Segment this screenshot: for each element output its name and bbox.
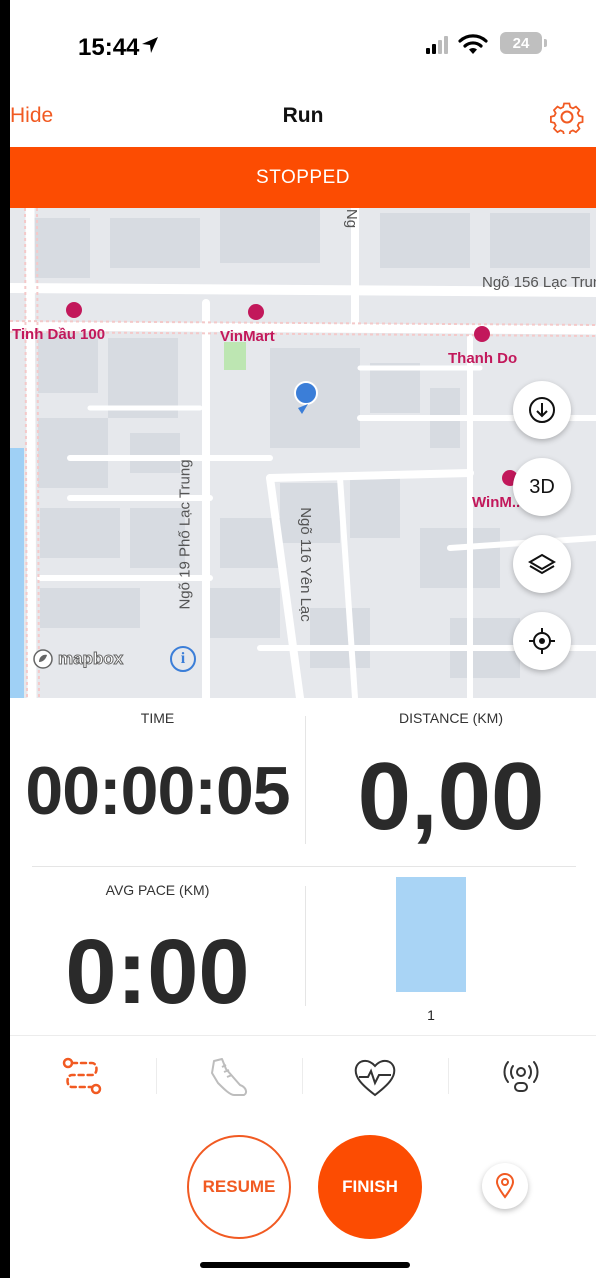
- status-bar: 15:44 24: [10, 0, 596, 90]
- split-bar-label: 1: [427, 1007, 435, 1023]
- gear-icon[interactable]: [550, 100, 584, 134]
- mapbox-logo: mapbox: [32, 648, 124, 670]
- sensor-icon: [503, 1061, 539, 1092]
- page-title: Run: [282, 104, 324, 127]
- tab-bar: [10, 1035, 596, 1119]
- street-label: Ngõ 116 Yên Lạc: [296, 507, 314, 622]
- tab-heart-rate[interactable]: [302, 1036, 448, 1120]
- mapbox-mark-icon: [33, 649, 53, 669]
- tab-sensors[interactable]: [448, 1036, 594, 1120]
- map-view[interactable]: Tinh Dầu 100 VinMart Thanh Do WinM... Ng…: [10, 208, 596, 698]
- tab-route[interactable]: [10, 1036, 156, 1120]
- 3d-toggle-button[interactable]: 3D: [513, 458, 571, 516]
- layers-icon: [528, 553, 556, 575]
- battery-tip: [544, 39, 547, 47]
- split-bar: [396, 877, 466, 992]
- shoe-icon: [211, 1058, 248, 1096]
- app-screen: 15:44 24 Hide Run STOPPED Tinh Dầu 100 V…: [10, 0, 596, 1278]
- crosshair-icon: [529, 628, 555, 654]
- clock: 15:44: [78, 34, 140, 61]
- distance-value: 0,00: [357, 743, 545, 850]
- home-indicator: [200, 1262, 410, 1268]
- tab-shoes[interactable]: [156, 1036, 302, 1120]
- wifi-icon: [458, 34, 488, 54]
- time-value: 00:00:05: [25, 753, 290, 829]
- info-icon[interactable]: i: [170, 646, 196, 672]
- poi-label[interactable]: VinMart: [220, 328, 275, 345]
- cellular-signal-icon: [426, 36, 448, 54]
- time-label: TIME: [140, 710, 175, 726]
- street-label: Ng: [343, 208, 361, 229]
- pace-value: 0:00: [65, 921, 250, 1023]
- battery-indicator: 24: [500, 32, 542, 54]
- download-map-button[interactable]: [513, 381, 571, 439]
- nav-bar: Hide Run: [10, 90, 596, 147]
- download-icon: [529, 397, 555, 423]
- stats-panel: TIME 00:00:05 DISTANCE (KM) 0,00 AVG PAC…: [10, 698, 596, 1035]
- poi-label[interactable]: Tinh Dầu 100: [12, 326, 105, 343]
- route-icon: [62, 1057, 102, 1095]
- location-pin-icon: [495, 1173, 515, 1199]
- divider: [32, 866, 576, 867]
- poi-label[interactable]: Thanh Do: [448, 350, 517, 367]
- location-pin-button[interactable]: [482, 1163, 528, 1209]
- status-banner: STOPPED: [10, 147, 596, 208]
- pace-label: AVG PACE (KM): [105, 882, 210, 898]
- street-label: Ngõ 156 Lạc Trung: [482, 274, 596, 291]
- map-layers-button[interactable]: [513, 535, 571, 593]
- recenter-button[interactable]: [513, 612, 571, 670]
- resume-button[interactable]: RESUME: [187, 1135, 291, 1239]
- heart-rate-icon: [354, 1060, 396, 1097]
- location-arrow-icon: [142, 37, 158, 53]
- distance-label: DISTANCE (KM): [399, 710, 503, 726]
- mapbox-wordmark: mapbox: [57, 649, 124, 669]
- finish-button[interactable]: FINISH: [318, 1135, 422, 1239]
- street-label: Ngõ 19 Phố Lạc Trung: [176, 459, 194, 610]
- divider: [305, 886, 306, 1006]
